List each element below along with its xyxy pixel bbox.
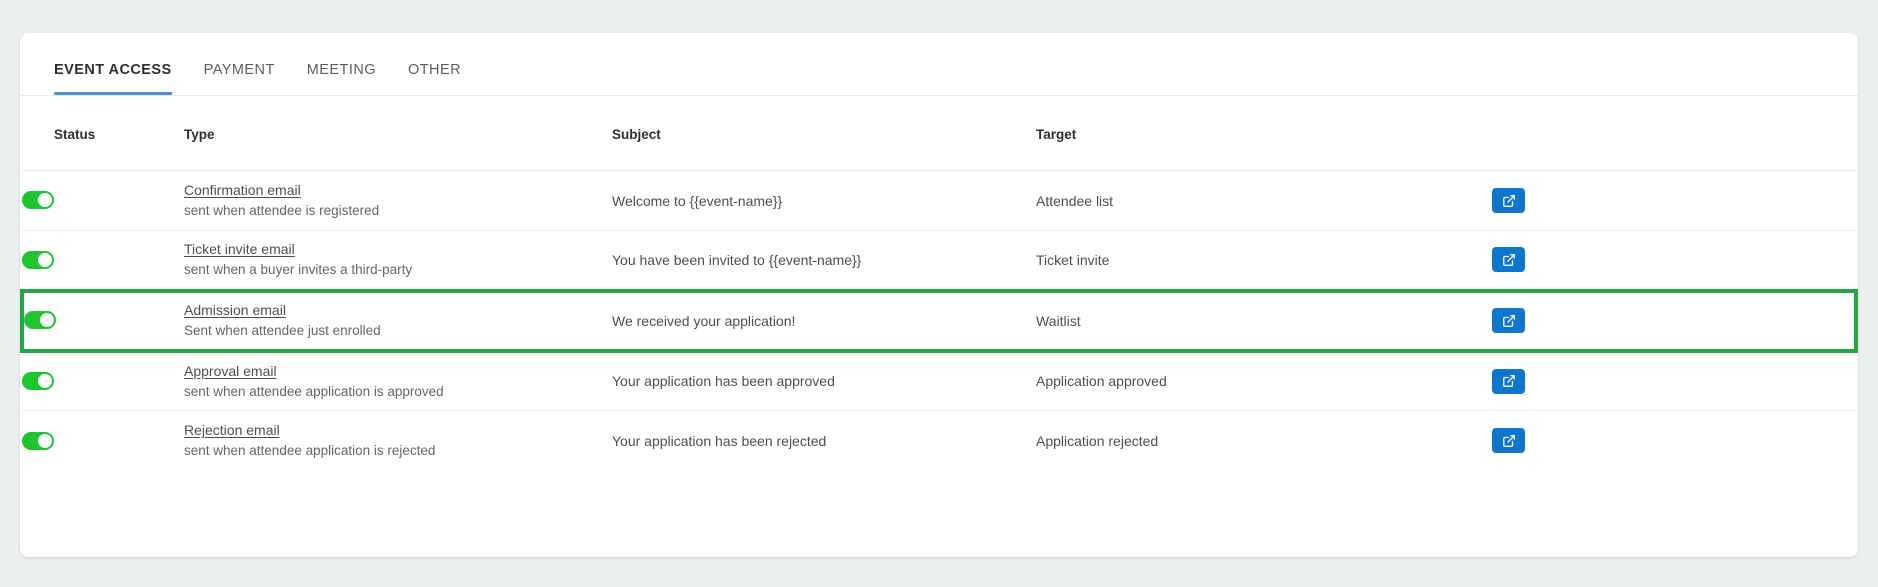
toggle-knob: [38, 433, 52, 448]
cell-status: [22, 230, 184, 291]
tab-other[interactable]: OTHER: [392, 62, 477, 95]
status-toggle[interactable]: [22, 191, 54, 210]
cell-target: Waitlist: [1036, 288, 1486, 353]
settings-card: EVENT ACCESS PAYMENT MEETING OTHER Status T…: [20, 33, 1858, 557]
cell-type: Ticket invite email sent when a buyer inv…: [184, 230, 612, 291]
cell-status: [22, 411, 184, 471]
external-link-icon: [1502, 434, 1516, 448]
toggle-knob: [38, 374, 52, 389]
cell-type: Admission email Sent when attendee just e…: [184, 288, 612, 353]
column-header-target: Target: [1036, 96, 1486, 171]
template-name-link[interactable]: Approval email: [184, 363, 277, 380]
cell-type: Confirmation email sent when attendee is …: [184, 170, 612, 231]
table-row: Ticket invite email sent when a buyer inv…: [22, 230, 1856, 291]
open-template-button[interactable]: [1492, 247, 1525, 273]
cell-actions: [1486, 288, 1858, 353]
open-template-button[interactable]: [1492, 308, 1525, 333]
table-body: Confirmation email sent when attendee is …: [20, 170, 1858, 471]
table-row: Approval email sent when attendee applica…: [22, 350, 1856, 411]
template-description: sent when attendee application is reject…: [184, 443, 436, 459]
template-name-link[interactable]: Rejection email: [184, 422, 280, 439]
status-toggle[interactable]: [22, 250, 54, 269]
template-description: sent when attendee application is approv…: [184, 383, 444, 399]
tab-event-access[interactable]: EVENT ACCESS: [38, 62, 188, 95]
open-template-button[interactable]: [1492, 188, 1525, 213]
page-root: EVENT ACCESS PAYMENT MEETING OTHER Status T…: [0, 0, 1878, 587]
table-header-row: Status Type Subject Target: [22, 96, 1856, 171]
template-name-link[interactable]: Confirmation email: [184, 182, 301, 199]
column-header-status: Status: [22, 96, 184, 171]
cell-target: Ticket invite: [1036, 230, 1486, 291]
notification-templates-table: Status Type Subject Target Confirmation …: [20, 96, 1858, 471]
cell-target: Attendee list: [1036, 170, 1486, 231]
tab-bar: EVENT ACCESS PAYMENT MEETING OTHER: [20, 33, 1858, 96]
cell-actions: [1486, 411, 1856, 471]
column-header-type: Type: [184, 96, 612, 171]
template-name-link[interactable]: Ticket invite email: [184, 241, 295, 258]
external-link-icon: [1502, 314, 1516, 328]
toggle-knob: [38, 193, 52, 208]
table-row: Admission email Sent when attendee just e…: [20, 288, 1858, 353]
cell-actions: [1486, 230, 1856, 291]
tab-meeting[interactable]: MEETING: [291, 62, 392, 95]
external-link-icon: [1502, 194, 1516, 208]
table-header: Status Type Subject Target: [22, 96, 1856, 171]
cell-target: Application approved: [1036, 350, 1486, 411]
cell-subject: You have been invited to {{event-name}}: [612, 230, 1036, 291]
external-link-icon: [1502, 253, 1516, 267]
template-description: sent when a buyer invites a third-party: [184, 262, 413, 278]
cell-status: [22, 350, 184, 411]
cell-type: Approval email sent when attendee applica…: [184, 350, 612, 411]
tab-payment[interactable]: PAYMENT: [188, 62, 291, 95]
cell-actions: [1486, 170, 1856, 231]
status-toggle[interactable]: [22, 372, 54, 391]
open-template-button[interactable]: [1492, 428, 1525, 454]
cell-target: Application rejected: [1036, 432, 1159, 449]
column-header-actions: [1486, 96, 1856, 171]
cell-subject: Your application has been rejected: [612, 432, 827, 449]
cell-actions: [1486, 350, 1856, 411]
table-row: Confirmation email sent when attendee is …: [22, 170, 1856, 231]
template-description: Sent when attendee just enrolled: [184, 323, 381, 338]
toggle-knob: [38, 252, 52, 267]
open-template-button[interactable]: [1492, 368, 1525, 394]
column-header-subject: Subject: [612, 96, 1036, 171]
cell-subject: We received your application!: [612, 288, 1036, 353]
template-name-link[interactable]: Admission email: [184, 302, 286, 319]
cell-status: [22, 170, 184, 231]
cell-status: [20, 288, 184, 353]
status-toggle[interactable]: [24, 311, 56, 330]
cell-type: Rejection email sent when attendee applic…: [184, 411, 612, 471]
toggle-knob: [40, 313, 54, 328]
cell-subject: Your application has been approved: [612, 350, 1036, 411]
template-description: sent when attendee is registered: [184, 203, 380, 218]
external-link-icon: [1502, 374, 1516, 388]
status-toggle[interactable]: [22, 431, 54, 450]
cell-subject: Welcome to {{event-name}}: [612, 170, 1036, 231]
table-row: Rejection email sent when attendee applic…: [22, 411, 1856, 471]
